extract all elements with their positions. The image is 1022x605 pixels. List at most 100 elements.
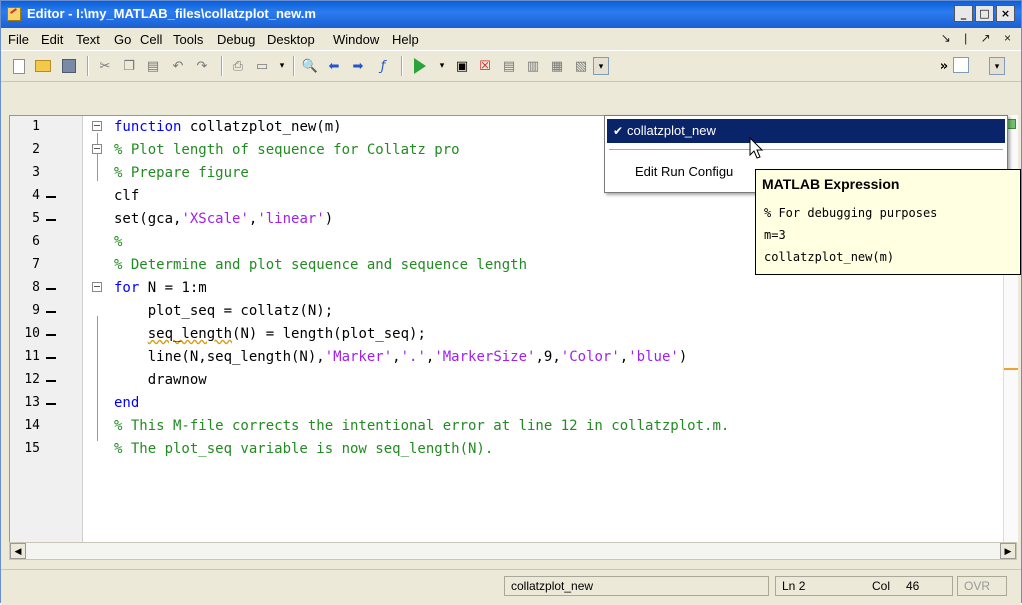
code-line-14[interactable]: % This M-file corrects the intentional e… bbox=[114, 418, 729, 434]
breakpoint-dash[interactable] bbox=[46, 403, 56, 405]
new-file-icon[interactable] bbox=[10, 57, 28, 75]
window-title: Editor - I:\my_MATLAB_files\collatzplot_… bbox=[27, 6, 316, 21]
redo-icon[interactable]: ↷ bbox=[193, 57, 211, 75]
comment-icon[interactable]: ▭ bbox=[253, 57, 271, 75]
cell-mode-chevron-icon[interactable]: ▾ bbox=[989, 57, 1005, 75]
editor-app-icon bbox=[7, 7, 21, 21]
code-line-6[interactable]: % bbox=[114, 234, 122, 250]
line-number: 11 bbox=[24, 349, 40, 364]
line-number: 1 bbox=[32, 119, 40, 134]
breakpoint-clear-icon[interactable]: ☒ bbox=[476, 57, 494, 75]
line-number: 7 bbox=[32, 257, 40, 272]
breakpoint-dash[interactable] bbox=[46, 357, 56, 359]
stack-chevron-icon[interactable]: ▾ bbox=[593, 57, 609, 75]
continue-icon[interactable]: ▧ bbox=[572, 57, 590, 75]
minimize-button[interactable]: _ bbox=[954, 5, 973, 22]
tooltip-matlab-expression: MATLAB Expression % For debugging purpos… bbox=[755, 169, 1021, 275]
menu-desktop[interactable]: Desktop bbox=[267, 32, 315, 47]
run-icon[interactable] bbox=[411, 57, 429, 75]
toolbar: ✂ ❐ ▤ ↶ ↷ ⎙ ▭ ▾ 🔍 ⬅ ➡ ƒ ▾ ▣ ☒ ▤ ▥ ▦ ▧ ▾ … bbox=[1, 50, 1021, 82]
forward-icon[interactable]: ➡ bbox=[349, 57, 367, 75]
maximize-button[interactable]: □ bbox=[975, 5, 994, 22]
title-bar[interactable]: Editor - I:\my_MATLAB_files\collatzplot_… bbox=[1, 1, 1021, 28]
code-line-2[interactable]: % Plot length of sequence for Collatz pr… bbox=[114, 142, 460, 158]
code-line-13[interactable]: end bbox=[114, 395, 139, 411]
menu-cell[interactable]: Cell bbox=[140, 32, 162, 47]
paste-icon[interactable]: ▤ bbox=[144, 57, 162, 75]
code-line-8[interactable]: for N = 1:m bbox=[114, 280, 207, 296]
find-icon[interactable]: 🔍 bbox=[301, 57, 319, 75]
dock-arrow-icon[interactable]: ↗ bbox=[981, 31, 991, 45]
fold-toggle-icon[interactable] bbox=[92, 121, 102, 131]
breakpoint-dash[interactable] bbox=[46, 334, 56, 336]
code-line-4[interactable]: clf bbox=[114, 188, 139, 204]
print-icon[interactable]: ⎙ bbox=[229, 57, 247, 75]
editor-window: Editor - I:\my_MATLAB_files\collatzplot_… bbox=[0, 0, 1022, 605]
undock-arrow-icon[interactable]: ↘ bbox=[941, 31, 951, 45]
cut-icon[interactable]: ✂ bbox=[96, 57, 114, 75]
menu-window[interactable]: Window bbox=[333, 32, 379, 47]
tooltip-line: collatzplot_new(m) bbox=[764, 250, 895, 264]
line-number: 15 bbox=[24, 441, 40, 456]
code-line-12[interactable]: drawnow bbox=[114, 372, 207, 388]
menu-go[interactable]: Go bbox=[114, 32, 131, 47]
back-icon[interactable]: ⬅ bbox=[325, 57, 343, 75]
cell-mode-box[interactable] bbox=[953, 57, 969, 73]
scroll-right-icon[interactable]: ▶ bbox=[1000, 543, 1016, 559]
line-number: 5 bbox=[32, 211, 40, 226]
fold-toggle-icon[interactable] bbox=[92, 144, 102, 154]
breakpoint-set-icon[interactable]: ▣ bbox=[453, 57, 471, 75]
close-button[interactable]: × bbox=[996, 5, 1015, 22]
code-line-10[interactable]: seq_length(N) = length(plot_seq); bbox=[114, 326, 426, 342]
function-icon[interactable]: ƒ bbox=[374, 57, 392, 75]
menu-file[interactable]: File bbox=[8, 32, 29, 47]
chevron-down-icon[interactable]: ▾ bbox=[273, 57, 291, 75]
scroll-left-icon[interactable]: ◀ bbox=[10, 543, 26, 559]
run-menu-chevron-icon[interactable]: ▾ bbox=[433, 57, 451, 75]
menu-item-collatzplot-new[interactable]: ✔ collatzplot_new bbox=[607, 119, 1005, 143]
breakpoint-dash[interactable] bbox=[46, 219, 56, 221]
line-number: 9 bbox=[32, 303, 40, 318]
status-position: Ln 2 Col 46 bbox=[775, 576, 953, 596]
code-line-11[interactable]: line(N,seq_length(N),'Marker','.','Marke… bbox=[114, 349, 688, 365]
menu-item-edit-run-configurations[interactable]: Edit Run Configu bbox=[635, 164, 733, 179]
line-number: 4 bbox=[32, 188, 40, 203]
tooltip-line: % For debugging purposes bbox=[764, 206, 938, 220]
status-bar: collatzplot_new Ln 2 Col 46 OVR bbox=[1, 569, 1021, 605]
breakpoint-dash[interactable] bbox=[46, 196, 56, 198]
code-line-9[interactable]: plot_seq = collatz(N); bbox=[114, 303, 333, 319]
tooltip-line: m=3 bbox=[764, 228, 786, 242]
undo-icon[interactable]: ↶ bbox=[169, 57, 187, 75]
close-doc-icon[interactable]: × bbox=[1004, 31, 1011, 45]
step-in-icon[interactable]: ▥ bbox=[524, 57, 542, 75]
line-number: 13 bbox=[24, 395, 40, 410]
fold-toggle-icon[interactable] bbox=[92, 282, 102, 292]
menu-bar: File Edit Text Go Cell Tools Debug Deskt… bbox=[1, 28, 1021, 50]
menu-help[interactable]: Help bbox=[392, 32, 419, 47]
mouse-cursor-icon bbox=[749, 137, 764, 159]
breakpoint-dash[interactable] bbox=[46, 311, 56, 313]
open-folder-icon[interactable] bbox=[34, 57, 52, 75]
line-number: 10 bbox=[24, 326, 40, 341]
breakpoint-dash[interactable] bbox=[46, 288, 56, 290]
code-line-5[interactable]: set(gca,'XScale','linear') bbox=[114, 211, 333, 227]
step-out-icon[interactable]: ▦ bbox=[548, 57, 566, 75]
code-line-3[interactable]: % Prepare figure bbox=[114, 165, 249, 181]
menu-edit[interactable]: Edit bbox=[41, 32, 63, 47]
menu-separator bbox=[609, 149, 1003, 150]
menu-tools[interactable]: Tools bbox=[173, 32, 203, 47]
code-line-15[interactable]: % The plot_seq variable is now seq_lengt… bbox=[114, 441, 493, 457]
line-number: 6 bbox=[32, 234, 40, 249]
save-icon[interactable] bbox=[60, 57, 78, 75]
line-number: 14 bbox=[24, 418, 40, 433]
toolbar-overflow[interactable]: » bbox=[935, 57, 953, 75]
menu-text[interactable]: Text bbox=[76, 32, 100, 47]
code-line-1[interactable]: function collatzplot_new(m) bbox=[114, 119, 342, 135]
breakpoint-dash[interactable] bbox=[46, 380, 56, 382]
copy-icon[interactable]: ❐ bbox=[120, 57, 138, 75]
line-number: 8 bbox=[32, 280, 40, 295]
menu-debug[interactable]: Debug bbox=[217, 32, 255, 47]
horizontal-scrollbar[interactable]: ◀ ▶ bbox=[9, 542, 1017, 560]
code-line-7[interactable]: % Determine and plot sequence and sequen… bbox=[114, 257, 527, 273]
step-icon[interactable]: ▤ bbox=[500, 57, 518, 75]
